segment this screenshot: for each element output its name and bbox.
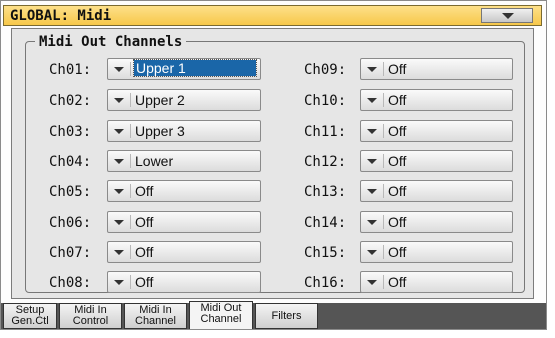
channel-label-5: Ch05: — [49, 184, 92, 200]
channel-select-2[interactable]: Upper 2 — [107, 89, 261, 111]
chevron-down-icon — [367, 129, 377, 134]
chevron-down-icon — [367, 98, 377, 103]
tab-midi-in-control[interactable]: Midi In Control — [59, 303, 122, 329]
chevron-down-icon — [114, 159, 124, 164]
channel-label-3: Ch03: — [49, 124, 92, 140]
chevron-down-icon — [367, 159, 377, 164]
tab-filters[interactable]: Filters — [255, 303, 318, 329]
chevron-down-icon — [114, 129, 124, 134]
channel-select-14[interactable]: Off — [360, 211, 513, 233]
channel-select-12[interactable]: Off — [360, 150, 513, 172]
channel-select-10[interactable]: Off — [360, 89, 513, 111]
channel-select-11[interactable]: Off — [360, 120, 513, 142]
chevron-down-icon — [367, 280, 377, 285]
chevron-down-icon — [114, 220, 124, 225]
tab-midi-in-channel[interactable]: Midi In Channel — [124, 303, 187, 329]
channel-label-7: Ch07: — [49, 245, 92, 261]
channel-label-16: Ch16: — [304, 275, 347, 291]
channel-label-10: Ch10: — [304, 93, 347, 109]
channel-label-6: Ch06: — [49, 215, 92, 231]
channel-label-12: Ch12: — [304, 154, 347, 170]
channel-label-11: Ch11: — [304, 124, 347, 140]
channel-label-4: Ch04: — [49, 154, 92, 170]
channel-label-8: Ch08: — [49, 275, 92, 291]
chevron-down-icon — [367, 189, 377, 194]
channel-select-9[interactable]: Off — [360, 58, 513, 80]
channel-label-14: Ch14: — [304, 215, 347, 231]
chevron-down-icon — [114, 250, 124, 255]
chevron-down-icon — [114, 98, 124, 103]
chevron-down-icon — [367, 67, 377, 72]
chevron-down-icon — [367, 250, 377, 255]
page-menu-button[interactable] — [481, 8, 533, 23]
channel-label-15: Ch15: — [304, 245, 347, 261]
chevron-down-icon — [367, 220, 377, 225]
channel-label-1: Ch01: — [49, 62, 92, 78]
channel-select-7[interactable]: Off — [107, 241, 261, 263]
channel-select-6[interactable]: Off — [107, 211, 261, 233]
channel-select-16[interactable]: Off — [360, 271, 513, 293]
chevron-down-icon — [114, 280, 124, 285]
channel-label-2: Ch02: — [49, 93, 92, 109]
screen: GLOBAL: Midi Midi Out Channels Ch01: Upp… — [0, 0, 547, 330]
tab-setup-genctl[interactable]: Setup Gen.Ctl — [3, 303, 57, 329]
chevron-down-icon — [114, 67, 124, 72]
channel-label-9: Ch09: — [304, 62, 347, 78]
tab-midi-out-channel[interactable]: Midi Out Channel — [189, 301, 253, 329]
channel-select-3[interactable]: Upper 3 — [107, 120, 261, 142]
chevron-down-icon — [114, 189, 124, 194]
channel-label-13: Ch13: — [304, 184, 347, 200]
group-title: Midi Out Channels — [35, 34, 187, 50]
page-title: GLOBAL: Midi — [10, 8, 112, 24]
channel-select-4[interactable]: Lower — [107, 150, 261, 172]
title-bar: GLOBAL: Midi — [3, 5, 542, 26]
channel-select-5[interactable]: Off — [107, 180, 261, 202]
channel-select-13[interactable]: Off — [360, 180, 513, 202]
tab-bar: Setup Gen.Ctl Midi In Control Midi In Chann… — [1, 301, 546, 329]
chevron-down-icon — [502, 13, 514, 19]
channel-select-8[interactable]: Off — [107, 271, 261, 293]
channel-select-1[interactable]: Upper 1 — [107, 58, 261, 80]
channel-select-15[interactable]: Off — [360, 241, 513, 263]
